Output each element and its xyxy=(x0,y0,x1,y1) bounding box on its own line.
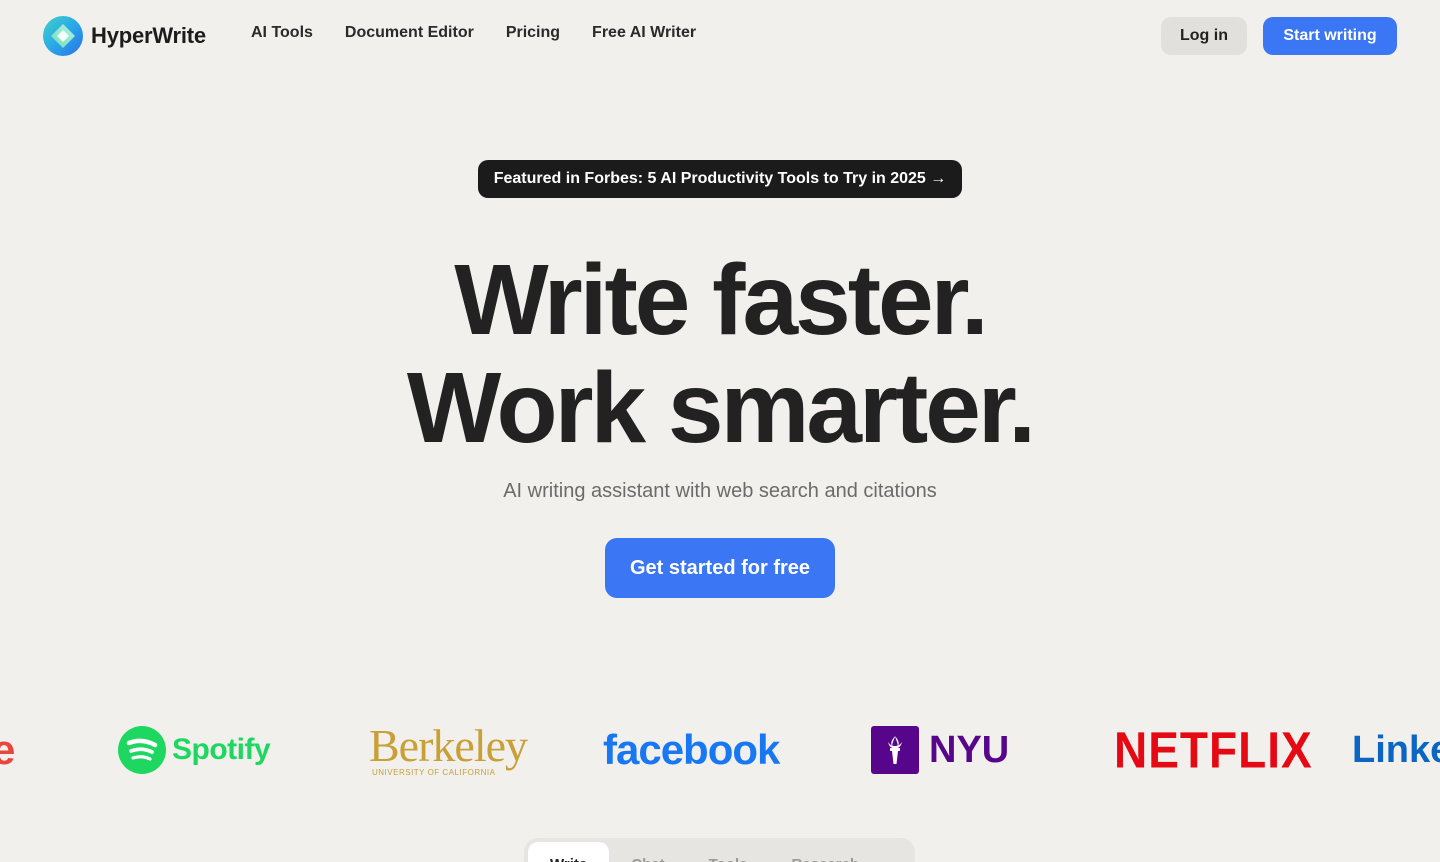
start-writing-button[interactable]: Start writing xyxy=(1263,17,1397,55)
tab-write[interactable]: Write xyxy=(528,842,610,862)
spotify-icon xyxy=(118,726,166,774)
tab-research[interactable]: Research xyxy=(769,842,881,862)
tab-tools[interactable]: Tools xyxy=(687,842,770,862)
nyu-torch-icon xyxy=(871,726,919,774)
linkedin-wordmark: Linke xyxy=(1352,728,1440,771)
feature-tabs: Write Chat Tools Research xyxy=(524,838,915,862)
facebook-wordmark: facebook xyxy=(603,726,780,773)
login-button[interactable]: Log in xyxy=(1161,17,1247,55)
logo-partial-left: e xyxy=(0,718,22,782)
logo-facebook: facebook xyxy=(603,718,780,782)
headline-line-1: Write faster. xyxy=(454,244,989,356)
get-started-button[interactable]: Get started for free xyxy=(605,538,835,598)
headline-line-2: Work smarter. xyxy=(406,352,1036,464)
spotify-wordmark: Spotify xyxy=(172,733,271,766)
brand-name: HyperWrite xyxy=(91,23,206,48)
nav-link-document-editor[interactable]: Document Editor xyxy=(345,24,474,42)
nav-link-pricing[interactable]: Pricing xyxy=(506,24,560,42)
nyu-wordmark: NYU xyxy=(929,728,1010,771)
logo-partial-left-text: e xyxy=(0,726,16,773)
netflix-wordmark: NETFLIX xyxy=(1114,721,1313,779)
hero-subheading: AI writing assistant with web search and… xyxy=(503,480,937,502)
brand-home-link[interactable]: HyperWrite xyxy=(43,16,206,56)
berkeley-subtitle: UNIVERSITY OF CALIFORNIA xyxy=(372,767,496,777)
logo-nyu: NYU xyxy=(871,718,1009,782)
logo-netflix: NETFLIX xyxy=(1114,718,1313,782)
nav-link-free-ai-writer[interactable]: Free AI Writer xyxy=(592,24,696,42)
berkeley-wordmark: Berkeley xyxy=(369,719,528,771)
hero-headline: Write faster. Work smarter. xyxy=(0,246,1440,462)
logo-spotify: Spotify xyxy=(118,718,271,782)
tab-chat[interactable]: Chat xyxy=(609,842,686,862)
hyperwrite-logo-icon xyxy=(43,16,83,56)
top-navigation: HyperWrite AI Tools Document Editor Pric… xyxy=(0,0,1440,72)
logo-linkedin-partial: Linke xyxy=(1352,718,1440,782)
forbes-feature-badge[interactable]: Featured in Forbes: 5 AI Productivity To… xyxy=(478,160,962,198)
nav-link-ai-tools[interactable]: AI Tools xyxy=(251,24,313,42)
logo-berkeley: Berkeley UNIVERSITY OF CALIFORNIA xyxy=(369,718,528,782)
nav-links: AI Tools Document Editor Pricing Free AI… xyxy=(251,24,696,42)
